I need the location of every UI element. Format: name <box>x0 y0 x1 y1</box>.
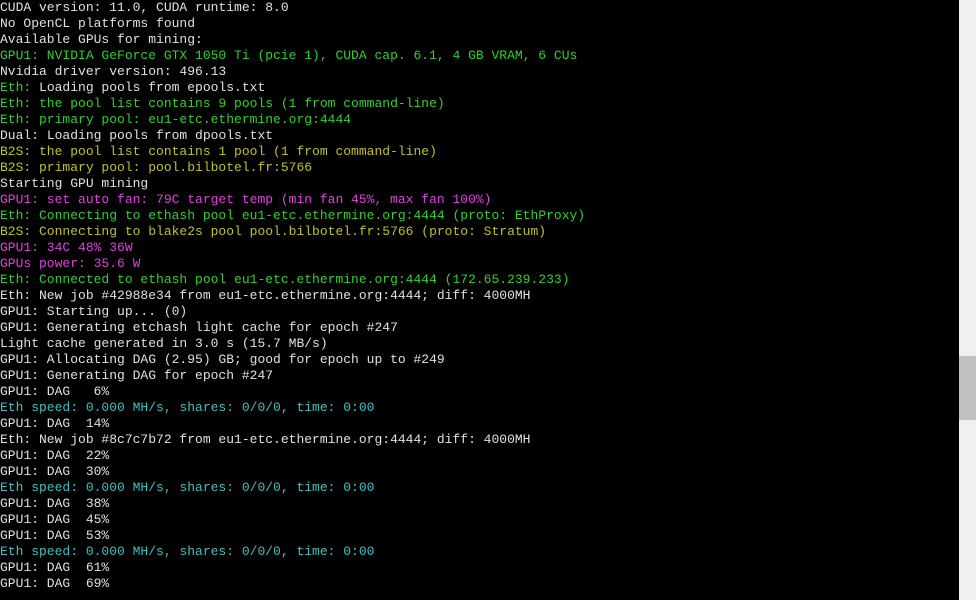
terminal-line: GPU1: Generating etchash light cache for… <box>0 320 976 336</box>
terminal-text: GPU1: DAG 53% <box>0 528 109 543</box>
terminal-line: GPUs power: 35.6 W <box>0 256 976 272</box>
terminal-text: GPU1: DAG 6% <box>0 384 109 399</box>
terminal-line: Eth: the pool list contains 9 pools (1 f… <box>0 96 976 112</box>
terminal-text: Loading pools from epools.txt <box>39 80 265 95</box>
terminal-line: Nvidia driver version: 496.13 <box>0 64 976 80</box>
terminal-text: GPU1: DAG 38% <box>0 496 109 511</box>
terminal-line: GPU1: DAG 61% <box>0 560 976 576</box>
terminal-line: GPU1: 34C 48% 36W <box>0 240 976 256</box>
terminal-text: Eth: the pool list contains 9 pools (1 f… <box>0 96 445 111</box>
terminal-line: GPU1: DAG 6% <box>0 384 976 400</box>
terminal-text: Starting GPU mining <box>0 176 148 191</box>
terminal-text: GPUs power: 35.6 W <box>0 256 140 271</box>
terminal-line: B2S: the pool list contains 1 pool (1 fr… <box>0 144 976 160</box>
terminal-line: B2S: primary pool: pool.bilbotel.fr:5766 <box>0 160 976 176</box>
terminal-text: Eth: New job #42988e34 from eu1-etc.ethe… <box>0 288 531 303</box>
terminal-line: No OpenCL platforms found <box>0 16 976 32</box>
terminal-text: GPU1: DAG 14% <box>0 416 109 431</box>
terminal-text: Eth speed: 0.000 MH/s, shares: 0/0/0, ti… <box>0 544 374 559</box>
terminal-text: GPU1: DAG 61% <box>0 560 109 575</box>
terminal-line: GPU1: DAG 30% <box>0 464 976 480</box>
terminal-text: B2S: the pool list contains 1 pool (1 fr… <box>0 144 437 159</box>
terminal-text: Eth: Connecting to ethash pool eu1-etc.e… <box>0 208 585 223</box>
terminal-line: GPU1: DAG 22% <box>0 448 976 464</box>
terminal-line: Starting GPU mining <box>0 176 976 192</box>
terminal-line: GPU1: DAG 45% <box>0 512 976 528</box>
terminal-line: Dual: Loading pools from dpools.txt <box>0 128 976 144</box>
terminal-line: Eth: primary pool: eu1-etc.ethermine.org… <box>0 112 976 128</box>
terminal-text: Eth speed: 0.000 MH/s, shares: 0/0/0, ti… <box>0 400 374 415</box>
terminal-line: GPU1: set auto fan: 79C target temp (min… <box>0 192 976 208</box>
terminal-text: Eth: <box>0 80 39 95</box>
scrollbar-track[interactable] <box>959 0 976 600</box>
terminal-output: CUDA version: 11.0, CUDA runtime: 8.0No … <box>0 0 976 600</box>
terminal-line: GPU1: DAG 14% <box>0 416 976 432</box>
terminal-line: CUDA version: 11.0, CUDA runtime: 8.0 <box>0 0 976 16</box>
terminal-line: Eth: Connected to ethash pool eu1-etc.et… <box>0 272 976 288</box>
terminal-text: Available GPUs for mining: <box>0 32 203 47</box>
terminal-text: Eth speed: 0.000 MH/s, shares: 0/0/0, ti… <box>0 480 374 495</box>
terminal-text: Eth: Connected to ethash pool eu1-etc.et… <box>0 272 570 287</box>
terminal-line: GPU1: Starting up... (0) <box>0 304 976 320</box>
terminal-line: Eth speed: 0.000 MH/s, shares: 0/0/0, ti… <box>0 480 976 496</box>
terminal-text: GPU1: DAG 69% <box>0 576 109 591</box>
scrollbar-thumb[interactable] <box>959 356 976 420</box>
terminal-text: Loading pools from dpools.txt <box>47 128 273 143</box>
terminal-text: GPU1: DAG 30% <box>0 464 109 479</box>
terminal-text: GPU1: set auto fan: 79C target temp (min… <box>0 192 491 207</box>
terminal-text: Light cache generated in 3.0 s (15.7 MB/… <box>0 336 328 351</box>
terminal-line: GPU1: Generating DAG for epoch #247 <box>0 368 976 384</box>
terminal-text: B2S: primary pool: pool.bilbotel.fr:5766 <box>0 160 312 175</box>
terminal-text: GPU1: 34C 48% 36W <box>0 240 133 255</box>
terminal-line: Eth: Loading pools from epools.txt <box>0 80 976 96</box>
terminal-text: Dual: <box>0 128 47 143</box>
terminal-text: Nvidia driver version: 496.13 <box>0 64 226 79</box>
terminal-text: GPU1: Generating DAG for epoch #247 <box>0 368 273 383</box>
terminal-line: GPU1: NVIDIA GeForce GTX 1050 Ti (pcie 1… <box>0 48 976 64</box>
terminal-line: GPU1: DAG 53% <box>0 528 976 544</box>
terminal-text: GPU1: DAG 45% <box>0 512 109 527</box>
terminal-line: Eth: Connecting to ethash pool eu1-etc.e… <box>0 208 976 224</box>
terminal-line: GPU1: DAG 38% <box>0 496 976 512</box>
terminal-line: Eth speed: 0.000 MH/s, shares: 0/0/0, ti… <box>0 400 976 416</box>
terminal-line: Light cache generated in 3.0 s (15.7 MB/… <box>0 336 976 352</box>
terminal-text: Eth: primary pool: eu1-etc.ethermine.org… <box>0 112 351 127</box>
terminal-line: Eth speed: 0.000 MH/s, shares: 0/0/0, ti… <box>0 544 976 560</box>
terminal-text: No OpenCL platforms found <box>0 16 195 31</box>
terminal-text: GPU1: Allocating DAG (2.95) GB; good for… <box>0 352 445 367</box>
terminal-text: CUDA version: 11.0, CUDA runtime: 8.0 <box>0 0 289 15</box>
terminal-text: B2S: Connecting to blake2s pool pool.bil… <box>0 224 546 239</box>
terminal-line: B2S: Connecting to blake2s pool pool.bil… <box>0 224 976 240</box>
terminal-line: Eth: New job #8c7c7b72 from eu1-etc.ethe… <box>0 432 976 448</box>
terminal-line: Eth: New job #42988e34 from eu1-etc.ethe… <box>0 288 976 304</box>
terminal-text: GPU1: Generating etchash light cache for… <box>0 320 398 335</box>
terminal-line: Available GPUs for mining: <box>0 32 976 48</box>
terminal-text: GPU1: DAG 22% <box>0 448 109 463</box>
terminal-text: GPU1: NVIDIA GeForce GTX 1050 Ti (pcie 1… <box>0 48 577 63</box>
terminal-line: GPU1: Allocating DAG (2.95) GB; good for… <box>0 352 976 368</box>
terminal-text: Eth: New job #8c7c7b72 from eu1-etc.ethe… <box>0 432 531 447</box>
terminal-text: GPU1: Starting up... (0) <box>0 304 187 319</box>
terminal-line: GPU1: DAG 69% <box>0 576 976 592</box>
